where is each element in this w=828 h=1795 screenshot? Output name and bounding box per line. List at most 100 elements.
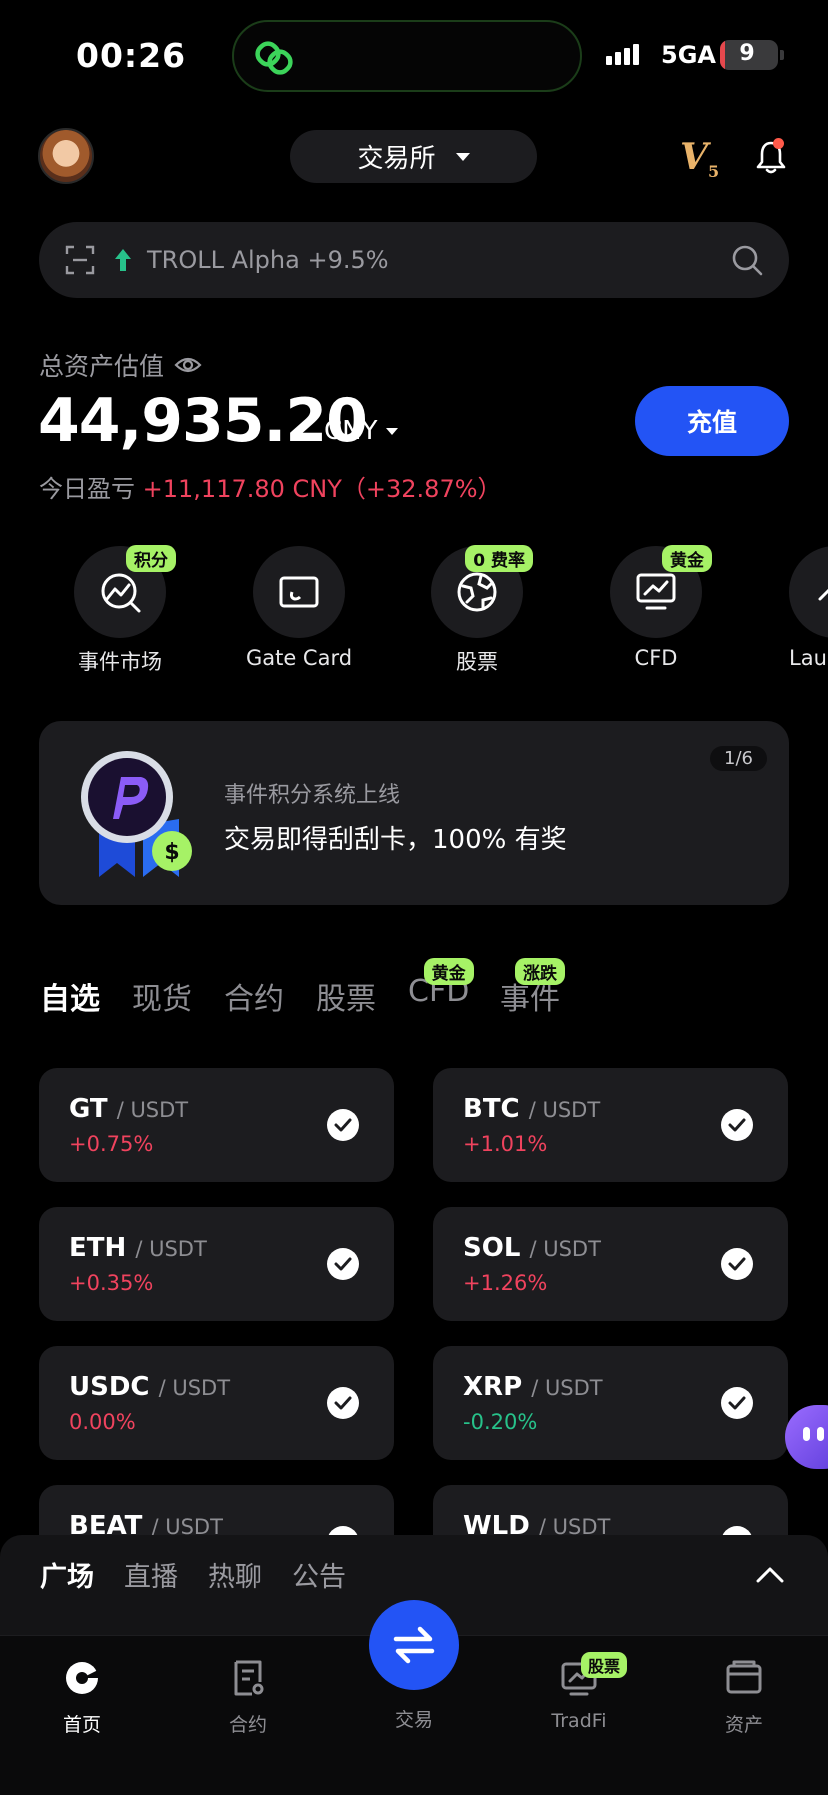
currency-selector[interactable]: CNY — [324, 416, 398, 446]
exchange-switch-button[interactable]: 交易所 — [290, 130, 537, 183]
pair-quote: / USDT — [531, 1376, 603, 1400]
pair-base: USDC — [69, 1372, 150, 1402]
banner-title: 事件积分系统上线 — [224, 783, 401, 808]
pair-card[interactable]: USDC / USDT 0.00% — [39, 1346, 394, 1460]
pair-quote: / USDT — [529, 1237, 601, 1261]
favorite-check-icon[interactable] — [327, 1387, 359, 1419]
nav-home[interactable]: 首页 — [32, 1658, 132, 1737]
dynamic-island — [232, 20, 582, 92]
favorite-check-icon[interactable] — [721, 1248, 753, 1280]
quick-entry-cfd[interactable]: 黄金 CFD — [610, 545, 712, 670]
nav-assets[interactable]: 资产 — [694, 1658, 794, 1737]
tab-stocks[interactable]: 股票 — [316, 974, 376, 1018]
status-time: 00:26 — [76, 36, 187, 75]
search-icon[interactable] — [731, 244, 763, 276]
quick-entry-event-market[interactable]: 积分 事件市场 — [74, 545, 176, 674]
currency-label: CNY — [324, 416, 378, 446]
pnl-value: +11,117.80 CNY（+32.87%） — [142, 475, 502, 503]
nav-trade-label: 交易 — [394, 1709, 433, 1731]
favorite-check-icon[interactable] — [327, 1109, 359, 1141]
card-icon — [279, 576, 319, 608]
pair-name: SOL / USDT — [463, 1233, 601, 1263]
pair-quote: / USDT — [135, 1237, 207, 1261]
deposit-button[interactable]: 充值 — [635, 386, 789, 456]
quick-entry-label: Gate Card — [245, 646, 353, 670]
scan-icon[interactable] — [65, 245, 95, 275]
total-assets-value: 44,935.20 — [38, 386, 368, 456]
tab-spot[interactable]: 现货 — [132, 974, 192, 1018]
trade-button[interactable] — [369, 1600, 459, 1690]
chevron-up-icon[interactable] — [756, 1565, 784, 1583]
quick-entry-gate-card[interactable]: Gate Card — [246, 546, 352, 670]
pair-base: ETH — [69, 1233, 127, 1263]
tab-events[interactable]: 事件 涨跌 — [500, 958, 565, 1018]
pair-name: ETH / USDT — [69, 1233, 207, 1263]
pnl-label: 今日盈亏 — [39, 475, 135, 503]
pair-base: BTC — [463, 1094, 520, 1124]
pair-quote: / USDT — [116, 1098, 189, 1122]
search-trending-text: TROLL Alpha +9.5% — [147, 246, 389, 274]
battery-level: 9 — [739, 41, 755, 66]
tab-label: 自选 — [40, 982, 100, 1017]
eye-icon[interactable] — [174, 355, 202, 375]
tab-favorites[interactable]: 自选 — [40, 974, 100, 1018]
assets-label-text: 总资产估值 — [39, 352, 165, 381]
wallet-icon — [726, 1660, 762, 1694]
vip-sub: 5 — [707, 162, 720, 182]
assets-label: 总资产估值 — [39, 347, 202, 383]
chart-search-icon — [101, 573, 141, 613]
notification-dot — [773, 138, 784, 149]
assistant-bot-button[interactable] — [785, 1405, 828, 1469]
quick-entry-stocks[interactable]: 0 费率 股票 — [431, 545, 533, 674]
signal-icon — [606, 44, 639, 65]
favorite-check-icon[interactable] — [721, 1387, 753, 1419]
pair-change: +0.75% — [69, 1132, 154, 1156]
community-tab-square[interactable]: 广场 — [40, 1555, 94, 1594]
quick-entry-label: 股票 — [456, 650, 498, 674]
pair-change: -0.20% — [463, 1410, 538, 1434]
pair-change: +1.26% — [463, 1271, 548, 1295]
vip-badge[interactable]: V5 — [680, 136, 719, 181]
pair-card[interactable]: BTC / USDT +1.01% — [433, 1068, 788, 1182]
tab-label: 现货 — [132, 982, 192, 1017]
quick-entry-label: 事件市场 — [78, 650, 162, 674]
network-type: 5GA — [661, 41, 716, 69]
tab-futures[interactable]: 合约 — [224, 974, 284, 1018]
tab-badge: 涨跌 — [515, 958, 565, 985]
quick-entry-label: CFD — [634, 646, 678, 670]
quick-entry-badge: 积分 — [126, 545, 176, 572]
tab-badge: 黄金 — [423, 958, 474, 985]
community-tab-live[interactable]: 直播 — [124, 1555, 178, 1594]
search-bar[interactable]: TROLL Alpha +9.5% — [39, 222, 789, 298]
pair-card[interactable]: SOL / USDT +1.26% — [433, 1207, 788, 1321]
pair-card[interactable]: XRP / USDT -0.20% — [433, 1346, 788, 1460]
pair-name: GT / USDT — [69, 1094, 188, 1124]
battery-tip — [780, 50, 784, 60]
pair-card[interactable]: GT / USDT +0.75% — [39, 1068, 394, 1182]
quick-entry-launch[interactable]: Launc — [789, 546, 828, 670]
favorite-check-icon[interactable] — [327, 1248, 359, 1280]
svg-text:$: $ — [164, 840, 179, 865]
tab-cfd[interactable]: CFD 黄金 — [408, 958, 474, 1009]
avatar[interactable] — [38, 128, 94, 184]
favorite-check-icon[interactable] — [721, 1109, 753, 1141]
pair-change: +1.01% — [463, 1132, 548, 1156]
pair-name: XRP / USDT — [463, 1372, 603, 1402]
nav-futures[interactable]: 合约 — [198, 1658, 298, 1737]
nav-tradfi[interactable]: 股票 TradFi — [529, 1652, 629, 1732]
community-tab-hot-chat[interactable]: 热聊 — [208, 1555, 262, 1594]
community-tab-announcements[interactable]: 公告 — [292, 1555, 346, 1594]
quick-entry-badge: 0 费率 — [465, 545, 533, 572]
nav-label: 首页 — [62, 1714, 101, 1736]
nav-badge: 股票 — [581, 1652, 628, 1678]
tab-label: 合约 — [224, 982, 284, 1017]
monitor-chart-icon — [636, 573, 676, 610]
pair-quote: / USDT — [158, 1376, 231, 1400]
promo-banner[interactable]: $ 事件积分系统上线 交易即得刮刮卡，100% 有奖 1/6 — [39, 721, 789, 905]
battery-icon: 9 — [720, 40, 778, 70]
link-icon — [255, 41, 293, 75]
pair-card[interactable]: ETH / USDT +0.35% — [39, 1207, 394, 1321]
nav-label: TradFi — [551, 1710, 607, 1732]
pair-base: SOL — [463, 1233, 521, 1263]
rocket-icon — [818, 588, 828, 601]
